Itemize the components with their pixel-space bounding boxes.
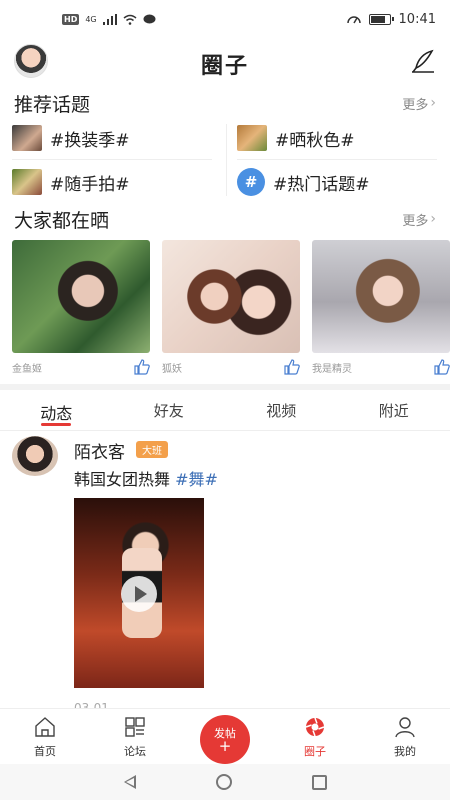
- clock: 10:41: [398, 11, 436, 27]
- topic-item[interactable]: #换装季#: [12, 118, 222, 158]
- card-author: 我是精灵: [312, 363, 352, 375]
- new-post-button[interactable]: 发帖 +: [200, 715, 250, 764]
- post-text: 韩国女团热舞 #舞#: [74, 466, 218, 490]
- more-label: 更多: [402, 97, 429, 113]
- card-photo[interactable]: [312, 240, 450, 353]
- post-author-avatar[interactable]: [12, 436, 58, 476]
- photo-card[interactable]: 我是精灵: [312, 240, 450, 375]
- topics-grid: #换装季# #晒秋色# #随手拍# # #热门话题#: [0, 118, 450, 202]
- nav-new-post[interactable]: 发帖 +: [180, 709, 270, 764]
- play-icon[interactable]: [121, 576, 157, 612]
- topic-label: #晒秋色#: [275, 130, 355, 151]
- thumbs-up-icon[interactable]: [434, 359, 450, 375]
- nav-profile[interactable]: 我的: [360, 709, 450, 764]
- photo-card[interactable]: 狐妖: [162, 240, 300, 375]
- forum-icon: [125, 717, 145, 737]
- page-title: 圈子: [200, 54, 249, 79]
- nav-circle[interactable]: 圈子: [270, 709, 360, 764]
- tab-friends[interactable]: 好友: [113, 394, 226, 430]
- feed-tabs: 动态 好友 视频 附近: [0, 394, 450, 430]
- nav-label: 圈子: [304, 745, 326, 758]
- nav-label: 我的: [394, 745, 416, 758]
- tab-dynamic[interactable]: 动态: [0, 394, 113, 430]
- divider: [237, 159, 437, 160]
- section-separator: [0, 384, 450, 390]
- topics-section-header: 推荐话题 更多 ›: [0, 88, 450, 118]
- card-meta: 我是精灵: [312, 359, 450, 375]
- status-right: 10:41: [346, 11, 436, 27]
- topic-label: #换装季#: [50, 130, 130, 151]
- divider: [226, 124, 227, 196]
- topic-item[interactable]: # #热门话题#: [237, 162, 447, 202]
- nav-label: 首页: [34, 745, 56, 758]
- card-meta: 狐妖: [162, 359, 300, 375]
- bottom-nav: 首页 论坛 发帖 + 圈子 我的: [0, 708, 450, 764]
- card-photo[interactable]: [162, 240, 300, 353]
- topics-more-link[interactable]: 更多 ›: [402, 94, 436, 113]
- signal-type: 4G: [85, 14, 97, 24]
- home-icon: [35, 717, 55, 737]
- post-author-name[interactable]: 陌衣客: [74, 438, 125, 463]
- topic-item[interactable]: #随手拍#: [12, 162, 222, 202]
- status-left: HD 4G: [62, 13, 156, 25]
- card-author: 金鱼姬: [12, 363, 42, 375]
- showcase-cards: 金鱼姬 狐妖 我是精灵: [0, 240, 450, 380]
- thumbs-up-icon[interactable]: [134, 359, 150, 375]
- topic-thumbnail: [12, 169, 42, 195]
- topics-title: 推荐话题: [14, 93, 91, 116]
- message-icon: [143, 14, 156, 23]
- home-button-icon[interactable]: [215, 774, 232, 790]
- post-hashtag[interactable]: #舞#: [175, 470, 218, 489]
- system-nav-bar: [0, 764, 450, 800]
- topic-thumbnail: [12, 125, 42, 151]
- nav-label: 论坛: [124, 745, 146, 758]
- topic-label: #热门话题#: [273, 174, 370, 195]
- thumbs-up-icon[interactable]: [284, 359, 300, 375]
- topic-thumbnail: [237, 125, 267, 151]
- more-label: 更多: [402, 213, 429, 229]
- quill-icon[interactable]: [410, 48, 436, 74]
- divider: [0, 430, 450, 431]
- divider: [12, 159, 212, 160]
- showcase-title: 大家都在晒: [14, 209, 110, 232]
- topic-item[interactable]: #晒秋色#: [237, 118, 447, 158]
- card-photo[interactable]: [12, 240, 150, 353]
- card-meta: 金鱼姬: [12, 359, 150, 375]
- card-author: 狐妖: [162, 363, 182, 375]
- signal-icon: [102, 13, 117, 25]
- circle-icon: [305, 717, 325, 737]
- photo-card[interactable]: 金鱼姬: [12, 240, 150, 375]
- chevron-right-icon: ›: [430, 211, 436, 227]
- network-type: HD: [62, 13, 80, 25]
- profile-icon: [395, 717, 415, 738]
- page-header: 圈子: [0, 40, 450, 84]
- showcase-more-link[interactable]: 更多 ›: [402, 210, 436, 229]
- post-caption: 韩国女团热舞: [74, 470, 171, 489]
- battery-icon: [368, 13, 394, 25]
- tab-video[interactable]: 视频: [225, 394, 338, 430]
- user-level-badge: 大班: [136, 441, 168, 458]
- wifi-icon: [123, 14, 137, 25]
- back-icon[interactable]: [123, 775, 136, 789]
- status-bar: HD 4G 10:41: [0, 0, 450, 38]
- post-video-thumbnail[interactable]: [74, 498, 204, 688]
- tab-nearby[interactable]: 附近: [338, 394, 450, 430]
- plus-icon: +: [218, 736, 232, 755]
- speed-icon: [346, 16, 361, 24]
- chevron-right-icon: ›: [430, 95, 436, 111]
- hashtag-icon: #: [237, 168, 265, 196]
- showcase-section-header: 大家都在晒 更多 ›: [0, 204, 450, 234]
- feed-post: 陌衣客 大班 韩国女团热舞 #舞# 03-01: [0, 436, 450, 715]
- nav-forum[interactable]: 论坛: [90, 709, 180, 764]
- nav-home[interactable]: 首页: [0, 709, 90, 764]
- recent-apps-icon[interactable]: [311, 774, 327, 790]
- topic-label: #随手拍#: [50, 174, 130, 195]
